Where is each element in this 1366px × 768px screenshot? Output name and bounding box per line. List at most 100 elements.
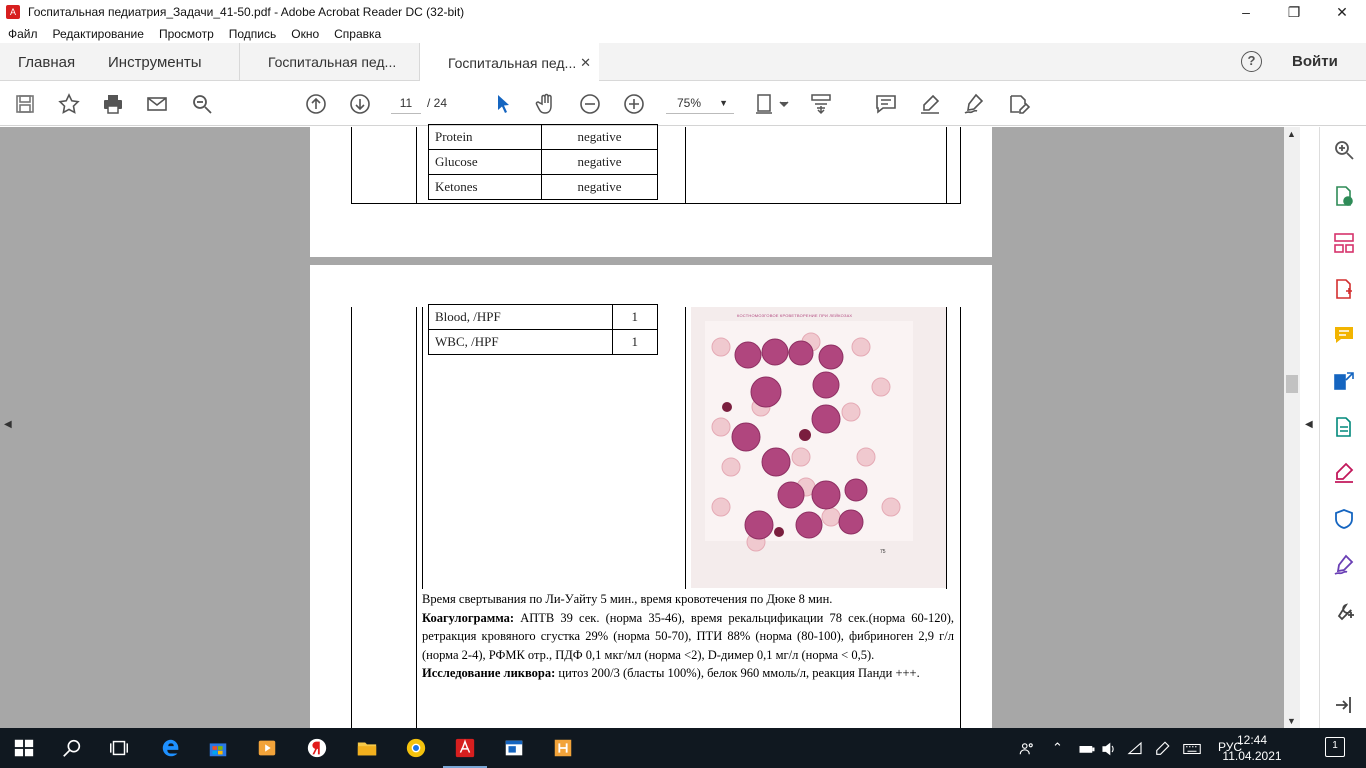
vertical-scrollbar[interactable]: ▲ ▼ [1284,127,1300,728]
notification-center-icon[interactable]: 1 [1325,737,1345,757]
page-up-icon[interactable] [303,91,329,117]
file-explorer-icon[interactable] [355,736,379,760]
fill-sign-tool-icon[interactable] [1332,461,1356,485]
comment-icon[interactable] [873,91,899,117]
media-player-icon[interactable] [255,736,279,760]
tab-document-1[interactable]: Госпитальная пед... [239,43,419,81]
pen-input-icon[interactable] [1153,740,1171,761]
tab-home[interactable]: Главная [18,43,75,81]
tab-close-icon[interactable]: ✕ [580,55,591,71]
window-title: Госпитальная педиатрия_Задачи_41-50.pdf … [28,5,465,19]
table-cell: negative [541,124,658,150]
taskbar-search-icon[interactable] [60,736,84,760]
menu-edit[interactable]: Редактирование [45,27,151,41]
wifi-icon[interactable] [1126,740,1144,761]
tab-document-2[interactable]: Госпитальная пед... ✕ [419,43,599,82]
table-divider [960,307,961,728]
search-tool-icon[interactable] [1332,138,1356,162]
scroll-mode-icon[interactable] [808,91,834,117]
organize-pages-icon[interactable] [1332,231,1356,255]
app-window-icon[interactable] [502,736,526,760]
close-window-button[interactable]: ✕ [1318,0,1366,24]
yandex-browser-icon[interactable] [305,736,329,760]
urine-table-top: Protein negative Glucose negative Ketones n… [427,124,658,200]
save-icon[interactable] [12,91,38,117]
title-bar: A Госпитальная педиатрия_Задачи_41-50.pd… [0,0,1366,24]
export-pdf-icon[interactable] [1332,184,1356,208]
tab-bar: Главная Инструменты Госпитальная пед... … [0,43,1366,82]
search-icon[interactable] [189,91,215,117]
help-icon[interactable]: ? [1241,51,1262,72]
menu-help[interactable]: Справка [326,27,388,41]
sign-icon[interactable] [961,91,987,117]
print-icon[interactable] [100,91,126,117]
collapse-pane-icon[interactable] [1332,693,1356,717]
csf-paragraph: Исследование ликвора: цитоз 200/3 (бласт… [422,664,954,683]
page-down-icon[interactable] [347,91,373,117]
zoom-in-icon[interactable] [621,91,647,117]
csf-label: Исследование ликвора: [422,666,556,680]
system-clock[interactable]: 12:44 11.04.2021 [1222,732,1282,764]
table-cell: negative [541,149,658,175]
zoom-level-select[interactable]: 75% ▼ [666,92,734,114]
coagulation-time-line: Время свертывания по Ли-Уайту 5 мин., вр… [422,592,833,606]
table-cell: negative [541,174,658,200]
chrome-browser-icon[interactable] [404,736,428,760]
coagulogram-paragraph: Коагулограмма: АПТВ 39 сек. (норма 35-46… [422,609,954,665]
edge-browser-icon[interactable] [159,736,183,760]
show-hidden-icons-icon[interactable]: ⌃ [1052,740,1063,756]
menu-window[interactable]: Окно [283,27,326,41]
signin-button[interactable]: Войти [1292,53,1338,70]
fit-page-icon[interactable] [754,91,790,117]
bookmark-star-icon[interactable] [56,91,82,117]
zoom-out-icon[interactable] [577,91,603,117]
bone-marrow-smear-image: КОСТНОМОЗГОВОЕ КРОВЕТВОРЕНИЕ ПРИ ЛЕЙКОЗА… [691,307,946,588]
acrobat-reader-taskbar-icon[interactable] [443,736,487,768]
more-tools-icon[interactable] [1332,599,1356,623]
notes-app-icon[interactable] [551,736,575,760]
page-number-input[interactable]: 11 [391,92,421,114]
acrobat-app-icon: A [6,5,20,19]
menu-file[interactable]: Файл [0,27,45,41]
battery-icon[interactable] [1078,740,1096,761]
compress-pdf-icon[interactable] [1332,415,1356,439]
edit-fill-sign-icon[interactable] [1006,91,1032,117]
store-icon[interactable] [206,736,230,760]
coagulogram-label: Коагулограмма: [422,610,515,625]
table-divider [416,307,417,728]
highlight-pen-icon[interactable] [917,91,943,117]
keyboard-icon[interactable] [1181,740,1203,761]
menu-view[interactable]: Просмотр [151,27,221,41]
table-divider [416,127,417,204]
select-cursor-icon[interactable] [490,91,516,117]
scrollbar-thumb[interactable] [1286,375,1298,393]
tab-tools[interactable]: Инструменты [108,43,202,81]
menu-sign[interactable]: Подпись [221,27,284,41]
task-view-icon[interactable] [107,736,131,760]
people-icon[interactable] [1018,740,1036,761]
create-pdf-icon[interactable] [1332,277,1356,301]
minimize-button[interactable]: – [1222,0,1270,24]
clock-time: 12:44 [1236,733,1268,747]
left-pane-toggle-icon[interactable]: ◀ [4,419,12,430]
menu-bar: Файл Редактирование Просмотр Подпись Окн… [0,24,1366,43]
table-cell: Blood, /HPF [428,304,613,330]
send-for-signature-icon[interactable] [1332,553,1356,577]
scroll-down-icon[interactable]: ▼ [1287,716,1296,726]
volume-icon[interactable] [1100,740,1118,761]
table-cell: Ketones [427,174,543,200]
hand-tool-icon[interactable] [533,91,559,117]
table-divider [946,307,947,589]
email-icon[interactable] [144,91,170,117]
scroll-up-icon[interactable]: ▲ [1287,129,1296,139]
table-row: Protein negative [427,124,658,150]
maximize-button[interactable]: ❐ [1270,0,1318,24]
combine-files-icon[interactable] [1332,369,1356,393]
right-pane-toggle-icon[interactable]: ◀ [1305,419,1313,430]
comment-tool-icon[interactable] [1332,323,1356,347]
table-divider [685,127,686,204]
windows-start-icon[interactable] [12,736,36,760]
protect-icon[interactable] [1332,507,1356,531]
zoom-level-value: 75% [677,96,702,110]
csf-text: цитоз 200/3 (бласты 100%), белок 960 ммо… [555,666,920,680]
